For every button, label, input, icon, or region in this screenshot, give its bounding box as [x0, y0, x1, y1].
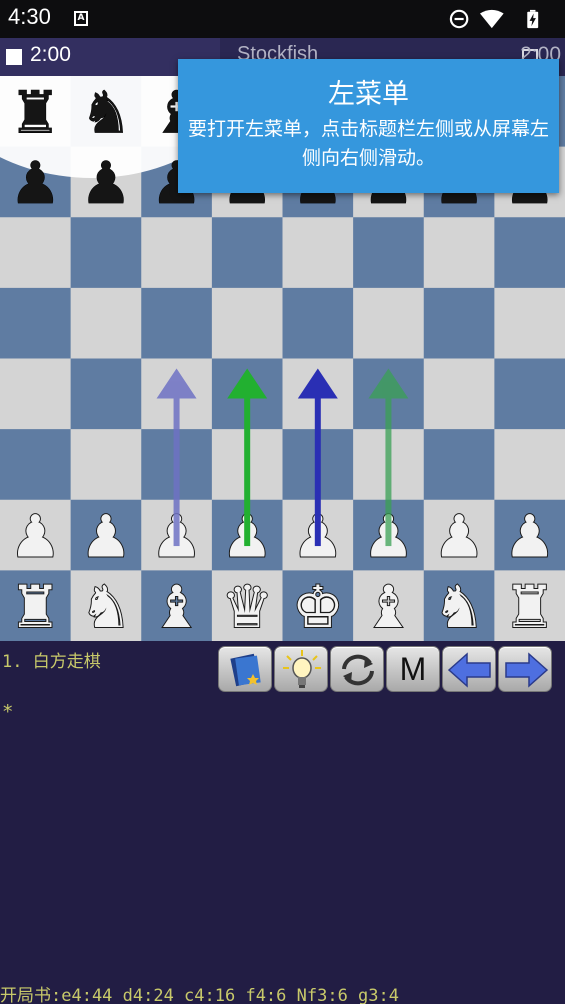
flip-board-icon — [342, 654, 374, 686]
notification-a-icon: A — [74, 11, 88, 26]
undo-arrow-icon — [447, 652, 491, 688]
square-f6[interactable] — [353, 217, 425, 289]
white-rook-a1[interactable]: ♜ — [8, 572, 62, 641]
white-pawn-b2[interactable]: ♟ — [79, 501, 133, 571]
square-g6[interactable] — [423, 217, 495, 289]
white-bishop-c1[interactable]: ♝ — [150, 572, 204, 641]
square-d6[interactable] — [211, 217, 284, 289]
white-knight-b1[interactable]: ♞ — [79, 572, 133, 641]
hint-bulb-icon — [283, 650, 321, 688]
white-knight-g1[interactable]: ♞ — [432, 572, 486, 641]
mode-button[interactable]: M — [386, 646, 440, 692]
square-h6[interactable] — [494, 217, 565, 289]
opening-book-line: 开局书:e4:44 d4:24 c4:16 f4:6 Nf3:6 g3:4 — [0, 986, 399, 1004]
tooltip-body: 要打开左菜单，点击标题栏左侧或从屏幕左侧向右侧滑动。 — [187, 118, 549, 169]
square-g4[interactable] — [423, 358, 495, 430]
square-h4[interactable] — [494, 358, 565, 430]
square-b4[interactable] — [70, 358, 142, 430]
square-d5[interactable] — [211, 287, 284, 360]
tooltip-title: 左菜单 — [328, 79, 409, 110]
square-c6[interactable] — [141, 217, 213, 289]
square-c5[interactable] — [141, 287, 213, 360]
game-result-marker: * — [2, 701, 14, 723]
white-pawn-h2[interactable]: ♟ — [503, 501, 557, 571]
white-clock: 2:00 — [30, 43, 71, 66]
white-to-move-indicator — [6, 49, 22, 65]
square-a4[interactable] — [0, 358, 72, 430]
redo-arrow-icon — [505, 652, 549, 688]
redo-button[interactable] — [498, 646, 552, 692]
black-pawn-b7[interactable]: ♟ — [80, 149, 133, 218]
square-b5[interactable] — [70, 287, 142, 360]
white-queen-d1[interactable]: ♛ — [220, 572, 274, 641]
opening-book-bar: 开局书:e4:44 d4:24 c4:16 f4:6 Nf3:6 g3:4 — [0, 978, 565, 1004]
square-e6[interactable] — [282, 217, 354, 289]
book-button[interactable] — [218, 646, 272, 692]
status-time: 4:30 — [8, 4, 51, 29]
square-h3[interactable] — [494, 429, 565, 501]
white-pawn-g2[interactable]: ♟ — [432, 501, 486, 571]
square-h5[interactable] — [494, 287, 565, 360]
wifi-icon — [480, 9, 504, 29]
status-icons — [449, 9, 539, 29]
hint-button[interactable] — [274, 646, 328, 692]
white-pawn-a2[interactable]: ♟ — [8, 501, 62, 571]
do-not-disturb-icon — [449, 9, 469, 29]
square-g5[interactable] — [423, 287, 495, 360]
square-a5[interactable] — [0, 287, 72, 360]
white-bishop-f1[interactable]: ♝ — [361, 572, 415, 641]
status-bar: 4:30 A — [0, 0, 565, 38]
black-pawn-a7[interactable]: ♟ — [9, 149, 62, 218]
square-a3[interactable] — [0, 429, 72, 501]
square-a6[interactable] — [0, 217, 72, 289]
undo-button[interactable] — [442, 646, 496, 692]
flip-board-button[interactable] — [330, 646, 384, 692]
square-b6[interactable] — [70, 217, 142, 289]
square-g3[interactable] — [423, 429, 495, 501]
book-icon — [230, 653, 261, 687]
black-knight-b8[interactable]: ♞ — [80, 78, 133, 147]
square-e5[interactable] — [282, 287, 354, 360]
square-b3[interactable] — [70, 429, 142, 501]
mode-label: M — [399, 651, 427, 687]
move-line: 1. 白方走棋 — [2, 652, 101, 672]
black-rook-a8[interactable]: ♜ — [9, 78, 62, 147]
white-king-e1[interactable]: ♚ — [291, 572, 345, 641]
square-f5[interactable] — [353, 287, 425, 360]
tutorial-tooltip[interactable]: 左菜单 要打开左菜单，点击标题栏左侧或从屏幕左侧向右侧滑动。 — [178, 59, 559, 193]
white-rook-h1[interactable]: ♜ — [503, 572, 557, 641]
battery-charging-icon — [527, 9, 539, 29]
